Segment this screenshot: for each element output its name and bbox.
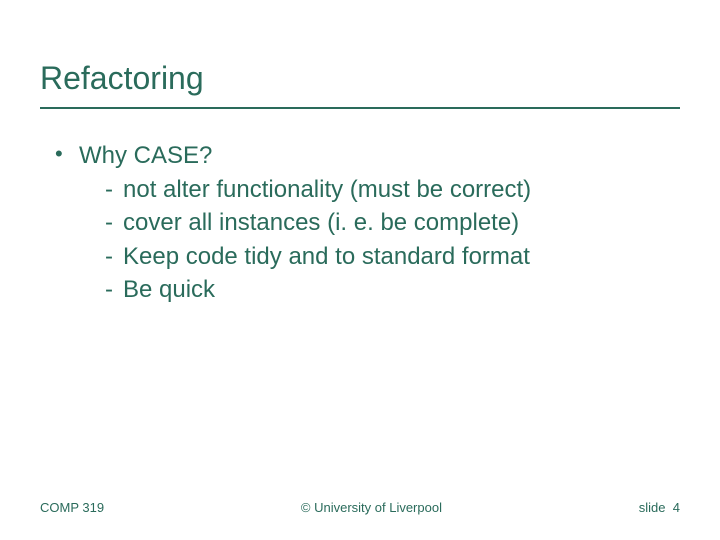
sub-item-text: not alter functionality (must be correct… xyxy=(123,173,531,207)
sub-list: - not alter functionality (must be corre… xyxy=(55,173,680,307)
sub-item-text: cover all instances (i. e. be complete) xyxy=(123,206,519,240)
dash-icon: - xyxy=(105,173,123,207)
sub-item-text: Keep code tidy and to standard format xyxy=(123,240,530,274)
sub-item: - Be quick xyxy=(105,273,680,307)
slide-container: Refactoring • Why CASE? - not alter func… xyxy=(0,0,720,540)
dash-icon: - xyxy=(105,273,123,307)
slide-footer: COMP 319 © University of Liverpool slide… xyxy=(40,500,680,515)
footer-left: COMP 319 xyxy=(40,500,104,515)
footer-center: © University of Liverpool xyxy=(104,500,639,515)
dash-icon: - xyxy=(105,240,123,274)
bullet-dot-icon: • xyxy=(55,139,79,170)
bullet-item: • Why CASE? xyxy=(55,139,680,173)
dash-icon: - xyxy=(105,206,123,240)
footer-slide-number: 4 xyxy=(673,500,680,515)
sub-item: - Keep code tidy and to standard format xyxy=(105,240,680,274)
slide-content: • Why CASE? - not alter functionality (m… xyxy=(40,139,680,307)
footer-right: slide 4 xyxy=(639,500,680,515)
slide-title: Refactoring xyxy=(40,60,680,109)
sub-item: - not alter functionality (must be corre… xyxy=(105,173,680,207)
footer-right-prefix: slide xyxy=(639,500,666,515)
sub-item-text: Be quick xyxy=(123,273,215,307)
bullet-label: Why CASE? xyxy=(79,139,680,173)
sub-item: - cover all instances (i. e. be complete… xyxy=(105,206,680,240)
